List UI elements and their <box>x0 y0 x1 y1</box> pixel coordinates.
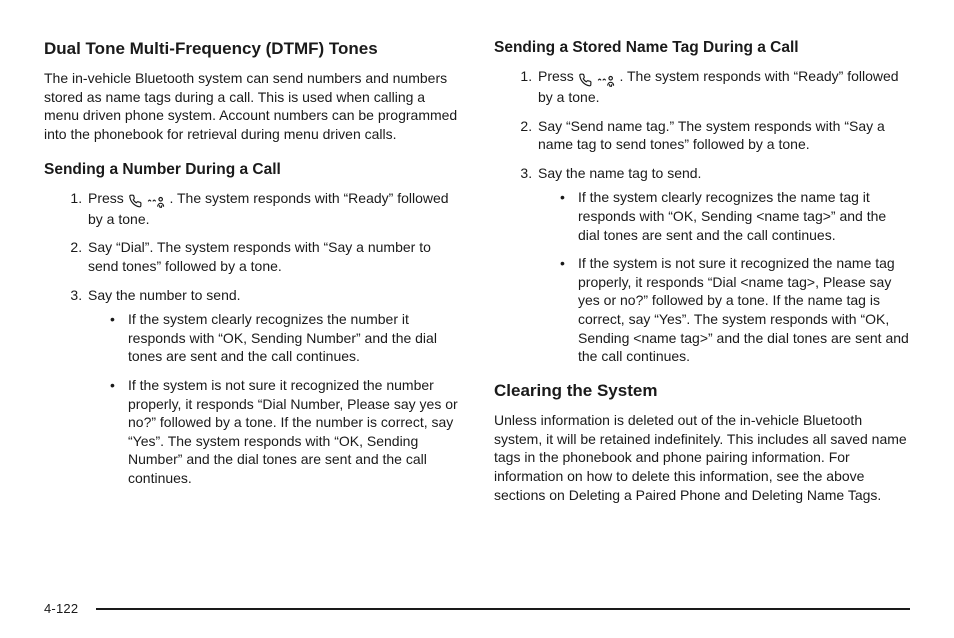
heading-send-number: Sending a Number During a Call <box>44 160 460 179</box>
page-footer: 4-122 <box>44 601 910 616</box>
step-2: Say “Send name tag.” The system responds… <box>536 117 910 154</box>
step-1: Press . The system responds with “Ready”… <box>536 67 910 106</box>
bullet-recognized: If the system clearly recognizes the nam… <box>560 188 910 244</box>
phone-icon <box>578 69 592 88</box>
step-3-text: Say the number to send. <box>88 287 241 303</box>
dtmf-intro: The in-vehicle Bluetooth system can send… <box>44 69 460 143</box>
manual-page: Dual Tone Multi-Frequency (DTMF) Tones T… <box>0 0 954 638</box>
clearing-body: Unless information is deleted out of the… <box>494 411 910 504</box>
footer-rule <box>96 608 910 610</box>
step-3-bullets: If the system clearly recognizes the num… <box>88 310 460 487</box>
step-1: Press . The system responds with “Ready”… <box>86 189 460 228</box>
right-column: Sending a Stored Name Tag During a Call … <box>494 38 910 516</box>
two-column-layout: Dual Tone Multi-Frequency (DTMF) Tones T… <box>44 38 910 516</box>
step-3-bullets: If the system clearly recognizes the nam… <box>538 188 910 365</box>
send-nametag-steps: Press . The system responds with “Ready”… <box>494 67 910 366</box>
send-number-steps: Press . The system responds with “Ready”… <box>44 189 460 488</box>
heading-clearing: Clearing the System <box>494 380 910 401</box>
step-1-after: . The system responds with “Ready” follo… <box>88 190 449 227</box>
bullet-unsure: If the system is not sure it recognized … <box>110 376 460 488</box>
step-3: Say the name tag to send. If the system … <box>536 164 910 366</box>
step-1-before: Press <box>88 190 128 206</box>
page-number: 4-122 <box>44 601 78 616</box>
step-1-before: Press <box>538 68 578 84</box>
voice-icon <box>596 69 616 88</box>
heading-dtmf: Dual Tone Multi-Frequency (DTMF) Tones <box>44 38 460 59</box>
step-3-text: Say the name tag to send. <box>538 165 701 181</box>
bullet-unsure: If the system is not sure it recognized … <box>560 254 910 366</box>
bullet-recognized: If the system clearly recognizes the num… <box>110 310 460 366</box>
step-2: Say “Dial”. The system responds with “Sa… <box>86 238 460 275</box>
heading-send-nametag: Sending a Stored Name Tag During a Call <box>494 38 910 57</box>
step-3: Say the number to send. If the system cl… <box>86 286 460 488</box>
left-column: Dual Tone Multi-Frequency (DTMF) Tones T… <box>44 38 460 516</box>
step-1-after: . The system responds with “Ready” follo… <box>538 68 899 105</box>
voice-icon <box>146 191 166 210</box>
phone-icon <box>128 191 142 210</box>
